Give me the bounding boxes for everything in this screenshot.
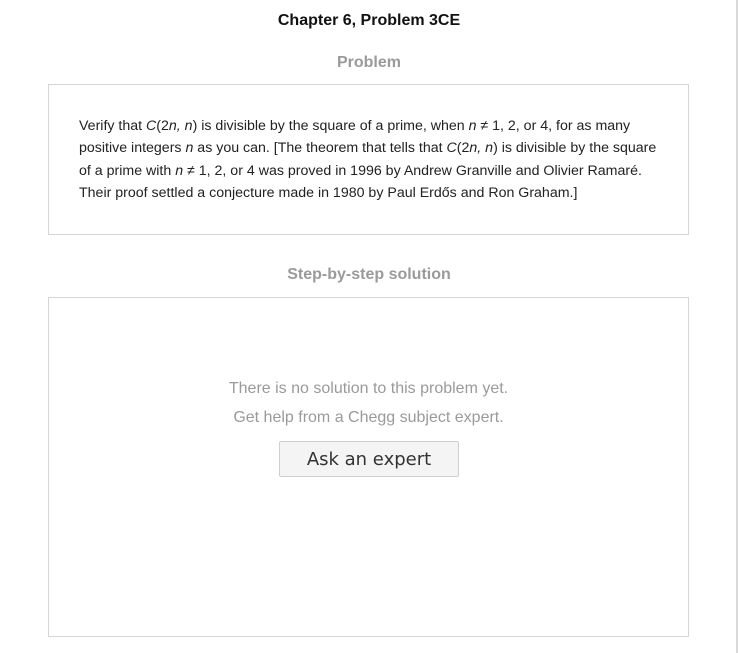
solution-heading: Step-by-step solution xyxy=(287,266,451,283)
problem-panel: Verify that C(2n, n) is divisible by the… xyxy=(48,84,689,235)
problem-text-segment: ) is divisible by the square of a prime,… xyxy=(192,118,469,134)
no-solution-message: There is no solution to this problem yet… xyxy=(49,374,688,432)
solution-panel: There is no solution to this problem yet… xyxy=(48,297,689,637)
problem-text-segment: as you can. [The theorem that tells that xyxy=(193,140,447,157)
chapter-title: Chapter 6, Problem 3CE xyxy=(277,12,461,29)
problem-text-segment: Verify that xyxy=(79,118,147,134)
no-solution-line: There is no solution to this problem yet… xyxy=(228,380,509,397)
page: Chapter 6, Problem 3CE Problem Verify th… xyxy=(0,0,738,653)
problem-math-var: n, n xyxy=(469,140,494,157)
problem-math-var: C xyxy=(446,140,457,157)
problem-text: Verify that C(2n, n) is divisible by the… xyxy=(79,115,658,205)
problem-text-segment: (2 xyxy=(156,118,169,134)
problem-math-var: n, n xyxy=(168,118,193,134)
problem-text-segment: (2 xyxy=(456,140,470,157)
problem-heading: Problem xyxy=(336,54,401,71)
problem-math-var: C xyxy=(146,118,157,134)
problem-math-var: n xyxy=(175,162,184,179)
expert-help-line: Get help from a Chegg subject expert. xyxy=(233,409,504,426)
ask-an-expert-button[interactable]: Ask an expert xyxy=(279,441,459,477)
